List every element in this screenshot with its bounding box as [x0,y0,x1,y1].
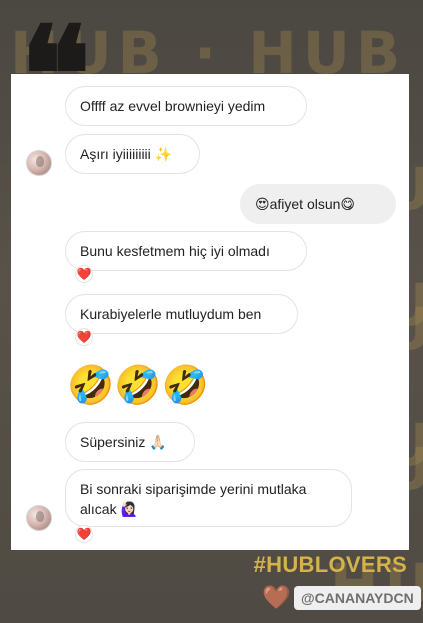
message-row-8: Bi sonraki siparişimde yerini mutlaka al… [11,469,409,543]
laughing-emoji-icon: 🤣🤣🤣 [67,363,209,407]
message-bubble: Offff az evvel brownieyi yedim [65,86,307,126]
message-bubble-sent: 😍afiyet olsun😋 [240,184,396,224]
mention-badge[interactable]: @CANANAYDCN [294,586,421,610]
message-bubble: Süpersiniz 🙏🏻 [65,422,195,462]
message-row-4: Bunu kesfetmem hiç iyi olmadı ❤️ [11,231,409,287]
message-bubble: Bi sonraki siparişimde yerini mutlaka al… [65,469,352,527]
message-row-5: Kurabiyelerle mutluydum ben ❤️ [11,294,409,350]
hashtag-label: #HUBLOVERS [253,552,407,577]
heart-reaction-icon: ❤️ [75,265,93,283]
avatar-icon [26,150,52,176]
message-bubble: Kurabiyelerle mutluydum ben [65,294,298,334]
message-row-6: 🤣🤣🤣 [11,366,409,410]
message-row-3: 😍afiyet olsun😋 [11,184,409,224]
message-bubble: Bunu kesfetmem hiç iyi olmadı [65,231,307,271]
heart-reaction-icon: ❤️ [75,525,93,543]
message-row-7: Süpersiniz 🙏🏻 [11,422,409,462]
quote-mark-icon: ❝ [20,0,92,153]
heart-reaction-icon: ❤️ [75,328,93,346]
brown-heart-icon: 🤎 [262,584,291,610]
avatar-icon [26,505,52,531]
